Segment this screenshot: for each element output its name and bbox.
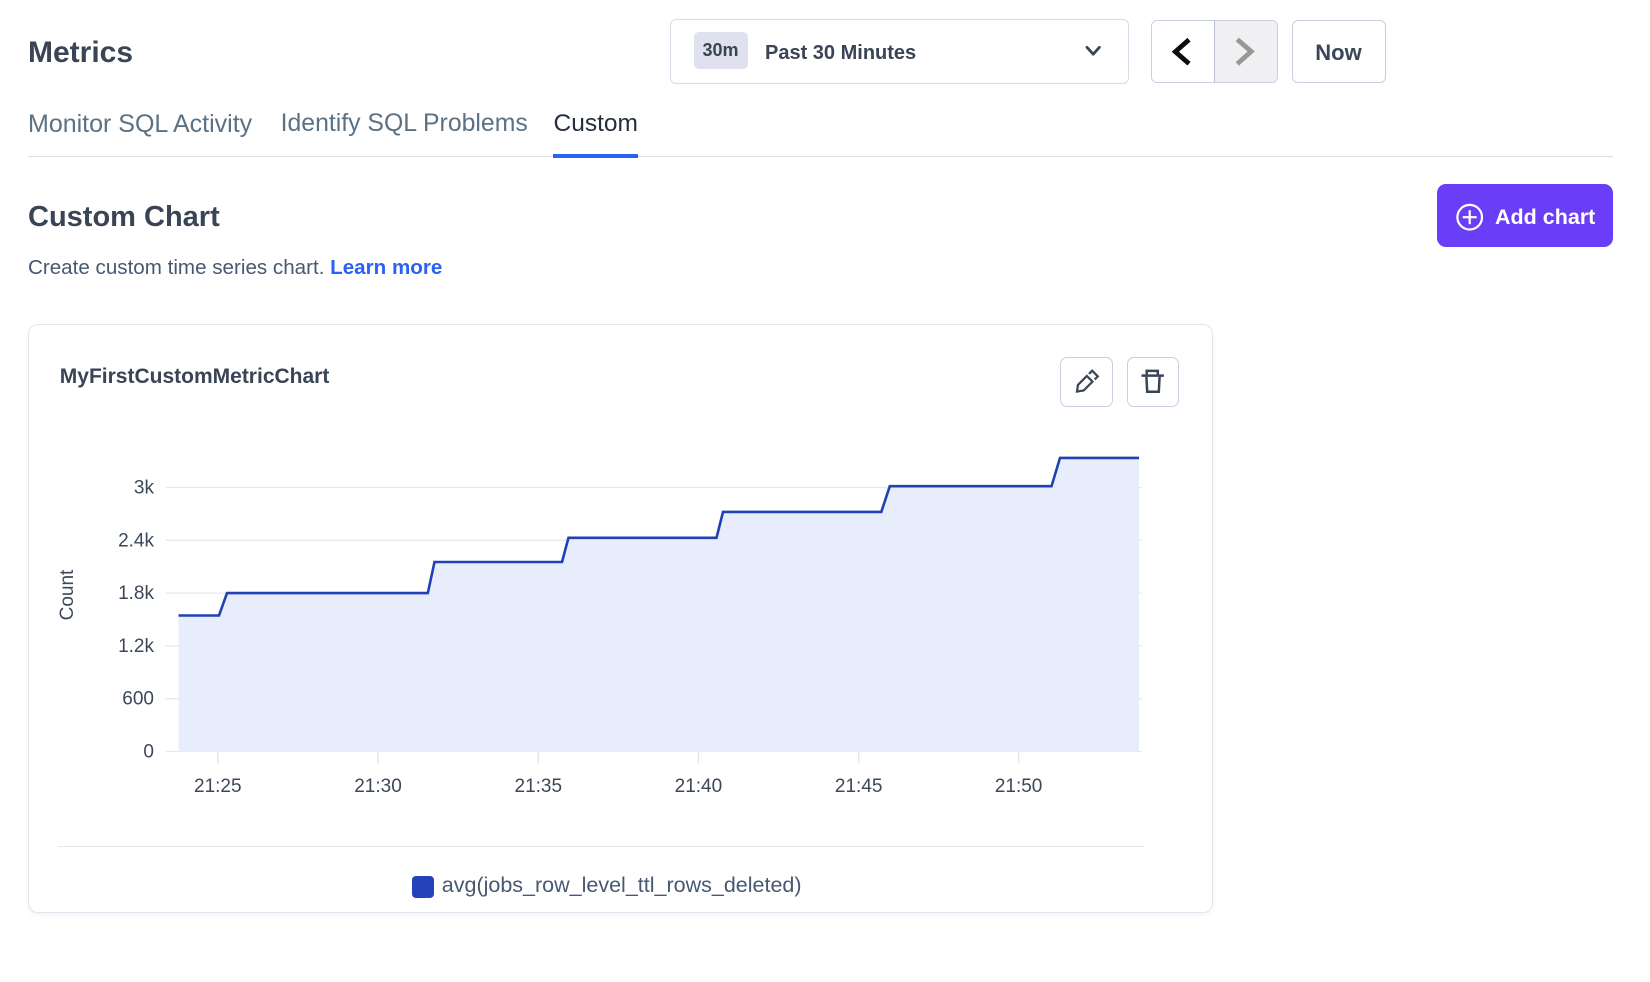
svg-text:3k: 3k	[134, 478, 155, 499]
svg-text:1.2k: 1.2k	[118, 636, 154, 657]
svg-text:21:50: 21:50	[995, 776, 1043, 797]
svg-text:2.4k: 2.4k	[118, 530, 154, 551]
svg-text:21:25: 21:25	[194, 776, 242, 797]
svg-text:21:45: 21:45	[835, 776, 883, 797]
svg-text:21:35: 21:35	[515, 776, 563, 797]
svg-text:Count: Count	[57, 569, 78, 620]
svg-text:21:30: 21:30	[354, 776, 402, 797]
svg-text:600: 600	[122, 689, 154, 710]
svg-text:0: 0	[143, 742, 154, 763]
svg-text:21:40: 21:40	[675, 776, 723, 797]
svg-text:1.8k: 1.8k	[118, 583, 154, 604]
